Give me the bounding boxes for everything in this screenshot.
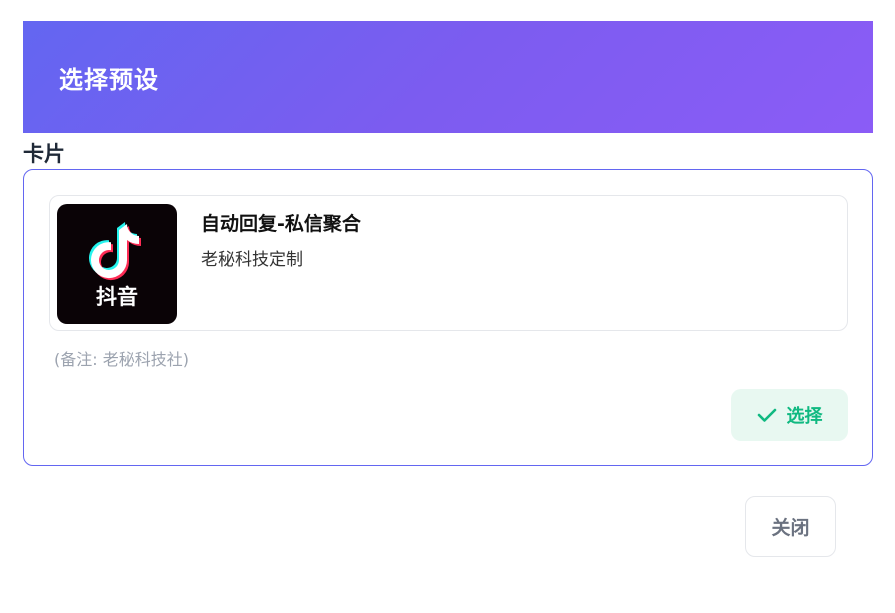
douyin-logo-icon: 抖音 — [57, 204, 177, 324]
dialog-header: 选择预设 — [23, 21, 873, 133]
dialog-title: 选择预设 — [59, 65, 159, 94]
select-button-label: 选择 — [786, 406, 823, 427]
card-subtitle: 老秘科技定制 — [201, 250, 303, 270]
preset-dialog: 选择预设 卡片 抖音 自动回复-私信聚合 老秘科技定制 (备注: 老秘科技社) — [0, 0, 895, 613]
section-label: 卡片 — [23, 142, 65, 166]
thumbnail-label: 抖音 — [96, 285, 138, 309]
preset-card[interactable]: 抖音 自动回复-私信聚合 老秘科技定制 — [49, 195, 848, 331]
card-note: (备注: 老秘科技社) — [54, 350, 189, 369]
card-panel: 抖音 自动回复-私信聚合 老秘科技定制 (备注: 老秘科技社) 选择 — [23, 169, 873, 466]
select-button[interactable]: 选择 — [731, 389, 848, 441]
close-button[interactable]: 关闭 — [745, 496, 836, 557]
check-icon — [757, 407, 777, 423]
card-title: 自动回复-私信聚合 — [201, 213, 361, 235]
